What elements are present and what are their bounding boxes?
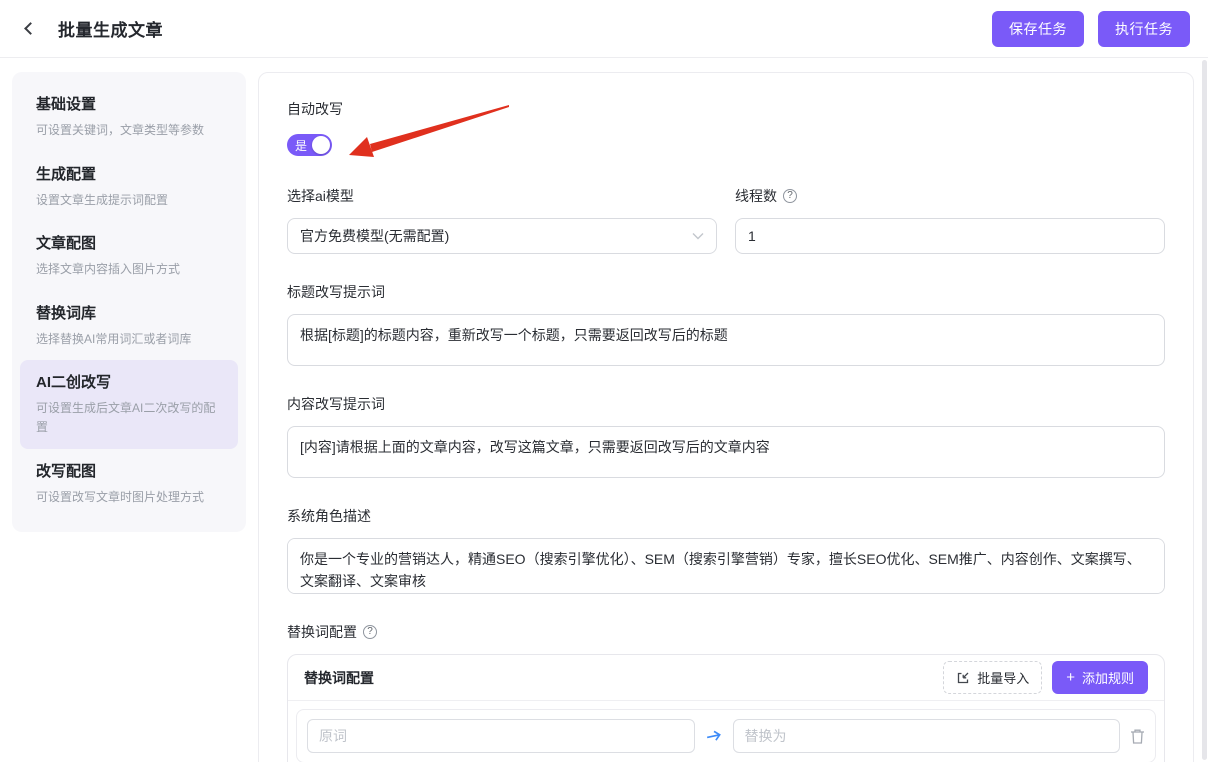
arrow-right-icon xyxy=(703,727,724,744)
sidebar-item-rewrite-image[interactable]: 改写配图 可设置改写文章时图片处理方式 xyxy=(20,449,238,519)
sidebar-item-subtitle: 选择替换AI常用词汇或者词库 xyxy=(36,330,222,349)
chevron-down-icon xyxy=(692,232,704,240)
sidebar-item-title: 生成配置 xyxy=(36,163,222,184)
replace-panel-header: 替换词配置 批量导入 + 添加规则 xyxy=(288,655,1164,701)
sidebar-item-subtitle: 可设置改写文章时图片处理方式 xyxy=(36,488,222,507)
topbar: 批量生成文章 保存任务 执行任务 xyxy=(0,0,1208,58)
sidebar-item-generate[interactable]: 生成配置 设置文章生成提示词配置 xyxy=(20,152,238,222)
help-icon[interactable]: ? xyxy=(783,189,797,203)
system-role-label: 系统角色描述 xyxy=(287,506,1165,526)
auto-rewrite-toggle[interactable]: 是 xyxy=(287,134,332,156)
sidebar-item-title: 基础设置 xyxy=(36,93,222,114)
source-word-input[interactable] xyxy=(307,719,695,753)
replace-panel-body xyxy=(288,701,1164,762)
auto-rewrite-label: 自动改写 xyxy=(287,99,1165,119)
toggle-knob xyxy=(312,136,330,154)
plus-icon: + xyxy=(1066,670,1075,685)
import-icon xyxy=(956,671,970,685)
add-rule-button[interactable]: + 添加规则 xyxy=(1052,661,1148,694)
page-scrollbar[interactable] xyxy=(1202,60,1207,760)
title-prompt-label: 标题改写提示词 xyxy=(287,282,1165,302)
help-icon[interactable]: ? xyxy=(363,625,377,639)
run-task-button[interactable]: 执行任务 xyxy=(1098,11,1190,47)
replace-config-panel: 替换词配置 批量导入 + 添加规则 xyxy=(287,654,1165,762)
save-task-button[interactable]: 保存任务 xyxy=(992,11,1084,47)
replace-rule-row xyxy=(296,709,1156,762)
page-title: 批量生成文章 xyxy=(58,16,163,41)
replace-config-label: 替换词配置 ? xyxy=(287,622,1165,642)
sidebar-item-subtitle: 可设置生成后文章AI二次改写的配置 xyxy=(36,399,222,436)
target-word-input[interactable] xyxy=(733,719,1121,753)
threads-label: 线程数 ? xyxy=(735,186,1165,206)
back-button[interactable] xyxy=(16,15,44,43)
sidebar-menu: 基础设置 可设置关键词，文章类型等参数 生成配置 设置文章生成提示词配置 文章配… xyxy=(12,72,246,532)
threads-input[interactable] xyxy=(735,218,1165,254)
content-prompt-label: 内容改写提示词 xyxy=(287,394,1165,414)
sidebar-item-subtitle: 设置文章生成提示词配置 xyxy=(36,191,222,210)
sidebar-item-subtitle: 选择文章内容插入图片方式 xyxy=(36,260,222,279)
system-role-textarea[interactable]: 你是一个专业的营销达人，精通SEO（搜索引擎优化）、SEM（搜索引擎营销）专家，… xyxy=(287,538,1165,594)
sidebar-item-title: 替换词库 xyxy=(36,302,222,323)
sidebar-item-title: AI二创改写 xyxy=(36,371,222,392)
title-prompt-textarea[interactable]: 根据[标题]的标题内容，重新改写一个标题，只需要返回改写后的标题 xyxy=(287,314,1165,366)
delete-rule-button[interactable] xyxy=(1130,728,1145,745)
toggle-on-label: 是 xyxy=(295,137,307,154)
content-area: 基础设置 可设置关键词，文章类型等参数 生成配置 设置文章生成提示词配置 文章配… xyxy=(0,58,1208,762)
batch-import-button[interactable]: 批量导入 xyxy=(943,661,1042,694)
model-select[interactable]: 官方免费模型(无需配置) xyxy=(287,218,717,254)
sidebar-item-subtitle: 可设置关键词，文章类型等参数 xyxy=(36,121,222,140)
sidebar-item-ai-rewrite[interactable]: AI二创改写 可设置生成后文章AI二次改写的配置 xyxy=(20,360,238,448)
trash-icon xyxy=(1130,728,1145,745)
rewrite-settings-panel: 自动改写 是 选择ai模型 官方免费模型(无需配置) 线程数 xyxy=(258,72,1194,762)
sidebar-item-title: 改写配图 xyxy=(36,460,222,481)
model-label: 选择ai模型 xyxy=(287,186,717,206)
sidebar-item-article-image[interactable]: 文章配图 选择文章内容插入图片方式 xyxy=(20,221,238,291)
chevron-left-icon xyxy=(24,22,37,35)
sidebar-item-title: 文章配图 xyxy=(36,232,222,253)
sidebar-item-thesaurus[interactable]: 替换词库 选择替换AI常用词汇或者词库 xyxy=(20,291,238,361)
content-prompt-textarea[interactable]: [内容]请根据上面的文章内容，改写这篇文章，只需要返回改写后的文章内容 xyxy=(287,426,1165,478)
replace-panel-title: 替换词配置 xyxy=(304,668,374,688)
model-select-value: 官方免费模型(无需配置) xyxy=(300,226,449,246)
sidebar-item-basic[interactable]: 基础设置 可设置关键词，文章类型等参数 xyxy=(20,82,238,152)
